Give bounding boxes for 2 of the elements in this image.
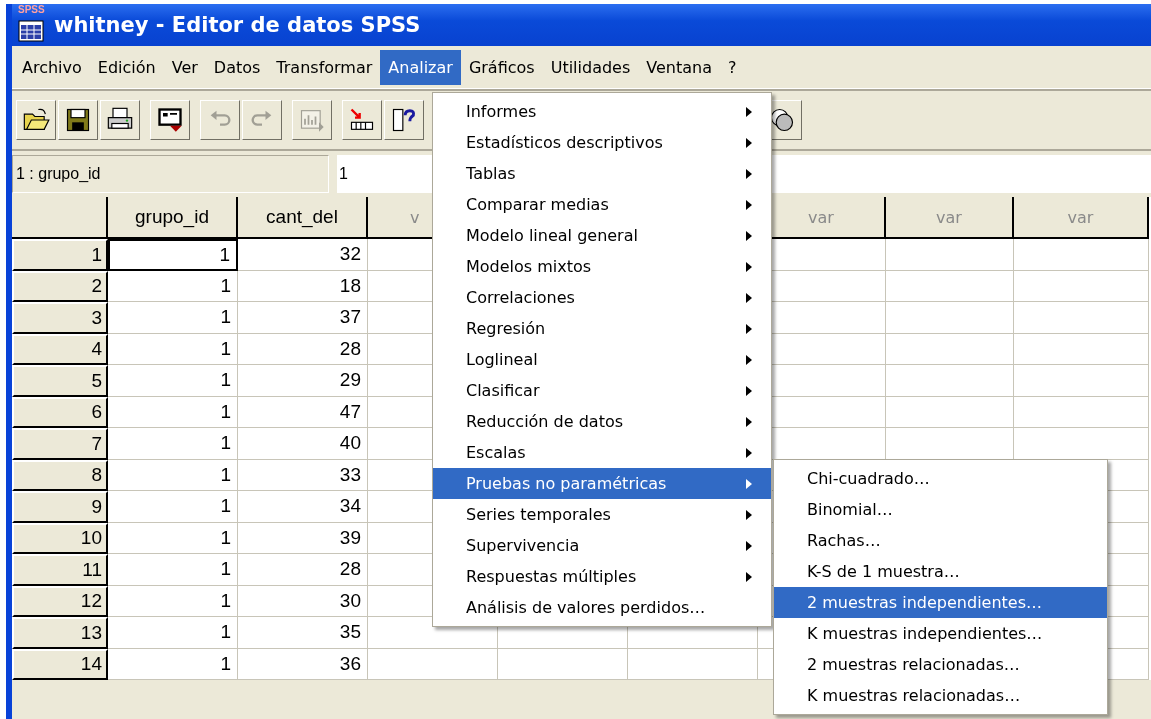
window-title: whitney - Editor de datos SPSS: [54, 13, 421, 37]
cell-reference: 1 : grupo_id: [12, 155, 329, 193]
